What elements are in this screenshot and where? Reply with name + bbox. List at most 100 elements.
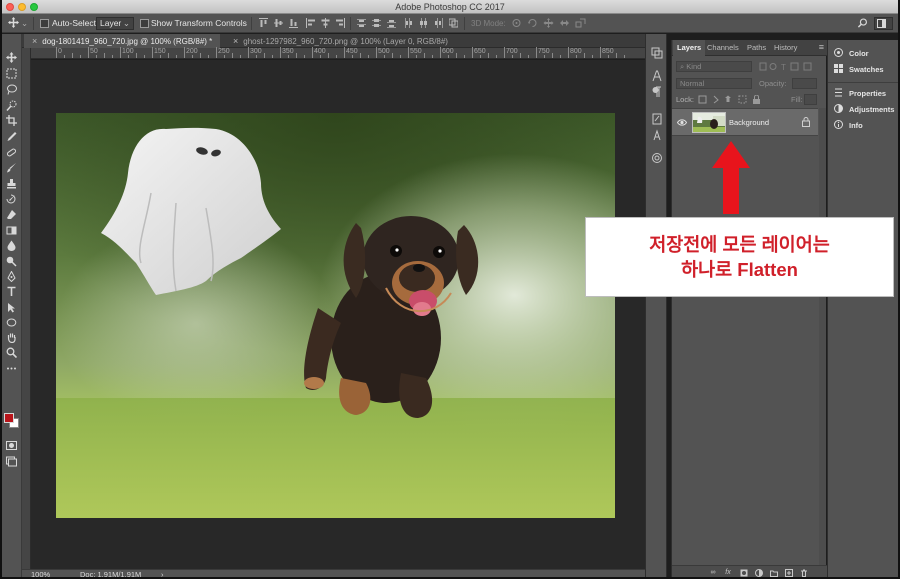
fill-field[interactable] (804, 94, 817, 105)
tab-layers[interactable]: Layers (673, 40, 706, 56)
3d-roll-icon[interactable] (527, 18, 538, 28)
layer-row-background[interactable]: Background (672, 108, 818, 136)
search-icon[interactable] (857, 18, 868, 28)
distribute-right-icon[interactable] (434, 18, 443, 28)
shape-tool[interactable] (4, 316, 18, 328)
distribute-vcenter-icon[interactable] (372, 18, 381, 28)
new-group-icon[interactable] (770, 569, 778, 577)
horizontal-ruler[interactable]: 0 50 100 150 200 250 300 350 400 450 500 550 600 650 7… (31, 47, 645, 59)
ruler-label: 600 (442, 48, 454, 55)
tab-channels[interactable]: Channels (703, 40, 743, 56)
distribute-top-icon[interactable] (357, 18, 366, 28)
ruler-tick (88, 47, 89, 58)
tab-ghost-document[interactable]: × ghost-1297982_960_720.png @ 100% (Layer… (225, 34, 456, 48)
distribute-hcenter-icon[interactable] (419, 18, 428, 28)
vertical-ruler[interactable] (22, 48, 31, 569)
quick-mask-button[interactable] (4, 439, 18, 451)
lock-options-icons[interactable] (698, 95, 768, 104)
ruler-tick (120, 47, 121, 58)
document-canvas[interactable] (56, 113, 615, 518)
layer-style-icon[interactable]: fx (724, 569, 732, 577)
panel-info[interactable]: Info (834, 120, 863, 132)
link-layers-icon[interactable]: ∞ (709, 569, 717, 577)
eraser-tool[interactable] (4, 208, 18, 220)
layer-filter-dropdown[interactable]: ⌕ Kind (676, 61, 752, 72)
move-tool-icon[interactable] (8, 17, 19, 28)
ruler-label: 0 (58, 48, 62, 55)
healing-tool[interactable] (4, 146, 18, 158)
close-tab-icon[interactable]: × (233, 36, 238, 46)
foreground-color-swatch[interactable] (4, 413, 14, 423)
path-select-tool[interactable] (4, 301, 18, 313)
distribute-left-icon[interactable] (404, 18, 413, 28)
paragraph-icon[interactable] (651, 86, 663, 98)
libraries-icon[interactable] (651, 152, 663, 164)
adjustment-layer-icon[interactable] (755, 569, 763, 577)
tab-dog-document[interactable]: × dog-1801419_960_720.jpg @ 100% (RGB/8#)… (24, 34, 221, 48)
ruler-minor-tick (192, 55, 193, 58)
eyedropper-tool[interactable] (4, 130, 18, 142)
3d-pan-icon[interactable] (543, 18, 554, 28)
auto-select-dropdown[interactable]: Layer ⌄ (96, 17, 134, 30)
ruler-minor-tick (320, 55, 321, 58)
filter-icons[interactable]: T (759, 62, 814, 71)
3d-scale-icon[interactable] (575, 18, 586, 28)
brush-tool[interactable] (4, 161, 18, 173)
character-icon[interactable] (651, 70, 663, 82)
align-top-icon[interactable] (259, 18, 268, 28)
layers-scrollbar[interactable] (819, 108, 826, 566)
show-transform-checkbox[interactable] (140, 19, 149, 28)
move-tool[interactable] (4, 51, 18, 63)
tab-paths[interactable]: Paths (743, 40, 770, 56)
brush-settings-icon[interactable] (651, 113, 663, 125)
clone-stamp-tool[interactable] (4, 177, 18, 189)
3d-slide-icon[interactable] (559, 18, 570, 28)
quick-select-tool[interactable] (4, 99, 18, 111)
align-right-icon[interactable] (336, 18, 345, 28)
ruler-minor-tick (368, 55, 369, 58)
tool-preset-chevron-icon[interactable]: ⌄ (21, 17, 28, 30)
dodge-icon (6, 256, 17, 267)
hand-tool[interactable] (4, 331, 18, 343)
auto-select-checkbox[interactable] (40, 19, 49, 28)
panel-color[interactable]: Color (834, 48, 869, 60)
tab-history[interactable]: History (770, 40, 801, 56)
opacity-label: Opacity: (759, 79, 787, 88)
pen-tool[interactable] (4, 270, 18, 282)
blur-tool[interactable] (4, 239, 18, 251)
new-layer-icon[interactable] (785, 569, 793, 577)
crop-tool[interactable] (4, 114, 18, 126)
align-vertical-center-icon[interactable] (274, 18, 283, 28)
align-horizontal-center-icon[interactable] (321, 18, 330, 28)
auto-align-icon[interactable] (449, 18, 458, 28)
panel-adjustments[interactable]: Adjustments (834, 104, 894, 116)
visibility-eye-icon[interactable] (677, 118, 687, 127)
panel-menu-icon[interactable]: ≡ (819, 43, 824, 52)
align-bottom-icon[interactable] (289, 18, 298, 28)
annotation-line-2: 하나로 Flatten (681, 259, 798, 280)
lasso-tool[interactable] (4, 83, 18, 95)
blend-mode-dropdown[interactable]: Normal (676, 78, 752, 89)
zoom-tool[interactable] (4, 346, 18, 358)
glyphs-icon[interactable] (651, 129, 663, 141)
add-mask-icon[interactable] (740, 569, 748, 577)
dodge-tool[interactable] (4, 255, 18, 267)
close-tab-icon[interactable]: × (32, 36, 37, 46)
3d-rotate-icon[interactable] (511, 18, 522, 28)
panel-swatches[interactable]: Swatches (834, 64, 884, 76)
distribute-bottom-icon[interactable] (387, 18, 396, 28)
blur-icon (7, 240, 15, 251)
arrange-icon[interactable] (651, 47, 663, 59)
workspace-switcher[interactable] (874, 17, 893, 30)
opacity-field[interactable] (792, 78, 817, 89)
delete-layer-icon[interactable] (800, 569, 808, 577)
panel-properties[interactable]: Properties (834, 88, 886, 100)
marquee-tool[interactable] (4, 67, 18, 79)
ruler-minor-tick (576, 55, 577, 58)
more-tools-tool[interactable] (4, 362, 18, 374)
history-brush-tool[interactable] (4, 193, 18, 205)
type-tool[interactable] (4, 285, 18, 297)
gradient-tool[interactable] (4, 224, 18, 236)
align-left-icon[interactable] (306, 18, 315, 28)
screen-mode-button[interactable] (4, 455, 18, 467)
